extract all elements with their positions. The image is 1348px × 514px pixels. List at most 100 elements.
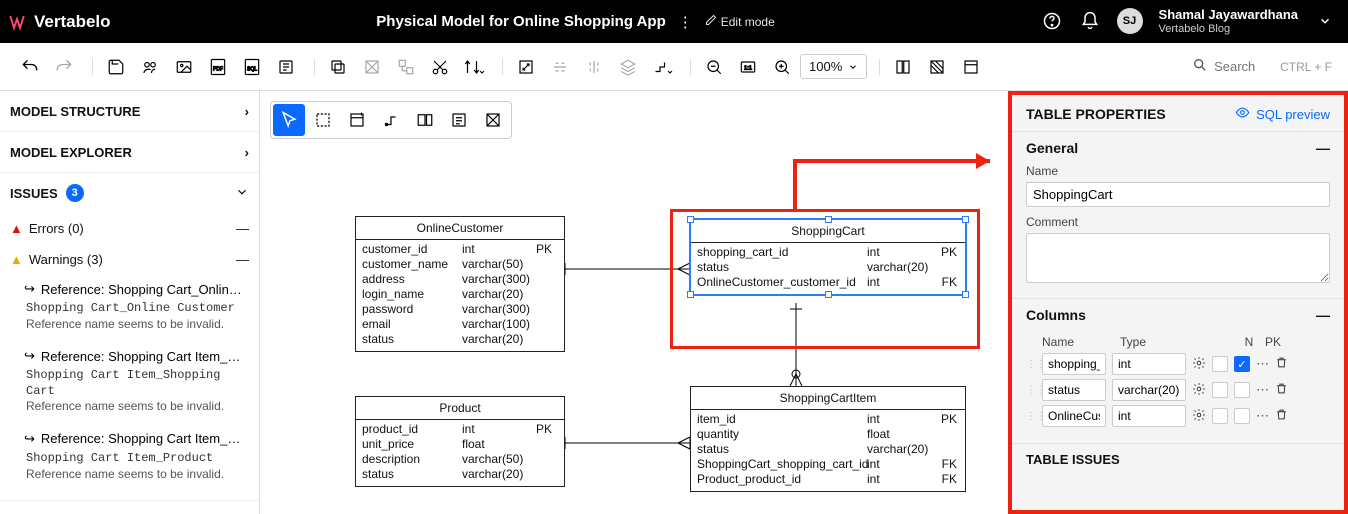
table-shopping-cart-item[interactable]: ShoppingCartItem item_idintPKquantityflo… [690,386,966,492]
export-pdf-button[interactable]: PDF [202,51,234,83]
paste-button[interactable] [356,51,388,83]
search-input[interactable] [1214,59,1274,74]
table-column: product_idintPK [362,422,558,437]
reference-icon: ↪ [24,348,35,364]
search-box[interactable]: CTRL + F [1192,57,1342,76]
errors-header[interactable]: ▲Errors (0) — [0,213,259,244]
table-column: statusvarchar(20) [697,442,959,457]
validate-button[interactable] [270,51,302,83]
duplicate-button[interactable] [390,51,422,83]
chevron-down-icon[interactable] [1314,10,1336,32]
export-sql-button[interactable]: SQL [236,51,268,83]
drag-handle-icon[interactable]: ⋮⋮ [1026,411,1036,422]
trash-icon[interactable] [1275,408,1288,424]
gear-icon[interactable] [1192,382,1206,399]
model-structure-header[interactable]: MODEL STRUCTURE› [0,91,259,131]
nullable-checkbox[interactable] [1212,408,1228,424]
table-online-customer[interactable]: OnlineCustomer customer_idintPKcustomer_… [355,216,565,352]
error-icon: ▲ [10,221,23,236]
grid-button[interactable] [921,51,953,83]
zoom-select[interactable]: 100% [800,54,867,79]
model-explorer-header[interactable]: MODEL EXPLORER› [0,132,259,172]
redo-button[interactable] [48,51,80,83]
sort-button[interactable] [458,51,490,83]
drag-handle-icon[interactable]: ⋮⋮ [1026,359,1036,370]
issues-header[interactable]: ISSUES3 [0,173,259,213]
select-tool[interactable] [273,104,305,136]
more-icon[interactable]: ⋯ [1256,408,1269,424]
zoom-reset-button[interactable]: 1:1 [732,51,764,83]
user-menu[interactable]: Shamal Jayawardhana Vertabelo Blog [1159,8,1298,34]
table-product[interactable]: Product product_idintPKunit_pricefloatde… [355,396,565,487]
marquee-tool[interactable] [307,104,339,136]
pk-checkbox[interactable] [1234,408,1250,424]
align-h-button[interactable] [544,51,576,83]
table-column: passwordvarchar(300) [362,302,558,317]
table-comment-input[interactable] [1026,233,1330,283]
table-column: quantityfloat [697,427,959,442]
gear-icon[interactable] [1192,356,1206,373]
zoom-out-button[interactable] [698,51,730,83]
warning-item[interactable]: ↪Reference: Shopping Cart Item_ProductSh… [0,425,259,492]
bell-icon[interactable] [1079,10,1101,32]
trash-icon[interactable] [1275,382,1288,398]
model-title: Physical Model for Online Shopping App [376,13,665,30]
column-name-input[interactable] [1042,405,1106,427]
erd-canvas[interactable]: OnlineCustomer customer_idintPKcustomer_… [260,91,1008,514]
more-icon[interactable]: ⋯ [1256,382,1269,398]
add-table-tool[interactable] [341,104,373,136]
pk-checkbox[interactable] [1234,382,1250,398]
table-column: addressvarchar(300) [362,272,558,287]
column-type-input[interactable] [1112,405,1186,427]
pk-checkbox[interactable]: ✓ [1234,356,1250,372]
warning-item[interactable]: ↪Reference: Shopping Cart_Online Cus...S… [0,275,259,342]
table-column: statusvarchar(20) [697,260,959,275]
theme-button[interactable] [887,51,919,83]
share-button[interactable] [134,51,166,83]
warnings-header[interactable]: ▲Warnings (3) — [0,244,259,275]
minus-icon: — [236,252,249,267]
add-reference-tool[interactable] [375,104,407,136]
column-name-input[interactable] [1042,353,1106,375]
logo[interactable]: Vertabelo [0,12,111,32]
undo-button[interactable] [14,51,46,83]
column-type-input[interactable] [1112,353,1186,375]
export-image-button[interactable] [168,51,200,83]
cut-button[interactable] [424,51,456,83]
nullable-checkbox[interactable] [1212,356,1228,372]
table-issues-section[interactable]: TABLE ISSUES [1012,443,1344,475]
columns-section[interactable]: Columns— [1026,307,1330,323]
kebab-icon[interactable]: ⋮ [678,13,693,31]
zoom-in-button[interactable] [766,51,798,83]
add-view-tool[interactable] [409,104,441,136]
help-icon[interactable] [1041,10,1063,32]
add-area-tool[interactable] [477,104,509,136]
more-icon[interactable]: ⋯ [1256,356,1269,372]
save-button[interactable] [100,51,132,83]
avatar[interactable]: SJ [1117,8,1143,34]
search-kbd: CTRL + F [1280,60,1332,74]
add-note-tool[interactable] [443,104,475,136]
reference-style-button[interactable] [646,51,678,83]
drag-handle-icon[interactable]: ⋮⋮ [1026,385,1036,396]
layers-icon[interactable] [612,51,644,83]
edit-mode-button[interactable]: Edit mode [705,14,775,29]
column-type-input[interactable] [1112,379,1186,401]
table-shopping-cart[interactable]: ShoppingCart shopping_cart_idintPKstatus… [690,219,966,295]
copy-button[interactable] [322,51,354,83]
display-button[interactable] [955,51,987,83]
general-section[interactable]: General— [1026,140,1330,156]
align-v-button[interactable] [578,51,610,83]
left-panel: MODEL STRUCTURE› MODEL EXPLORER› ISSUES3… [0,91,260,514]
gear-icon[interactable] [1192,408,1206,425]
resize-button[interactable] [510,51,542,83]
logo-icon [8,13,26,31]
nullable-checkbox[interactable] [1212,382,1228,398]
table-column: customer_idintPK [362,242,558,257]
trash-icon[interactable] [1275,356,1288,372]
svg-text:1:1: 1:1 [744,65,752,71]
sql-preview-button[interactable]: SQL preview [1235,105,1330,123]
column-name-input[interactable] [1042,379,1106,401]
table-name-input[interactable] [1026,182,1330,207]
warning-item[interactable]: ↪Reference: Shopping Cart Item_Shopp...S… [0,342,259,425]
